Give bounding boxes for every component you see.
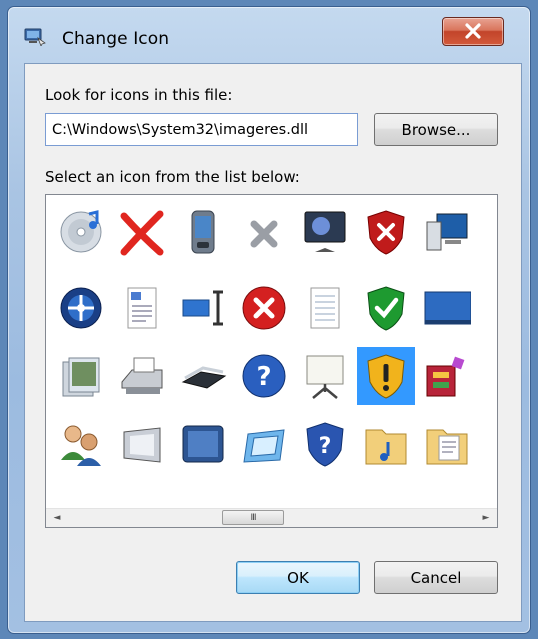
horizontal-scrollbar[interactable]: ◄ III ►: [46, 508, 497, 527]
gray-x-icon[interactable]: [235, 203, 293, 261]
folder-partial-icon[interactable]: [479, 203, 497, 261]
images-folder-icon[interactable]: [52, 347, 110, 405]
tablet-icon[interactable]: [174, 415, 232, 473]
monitor-icon[interactable]: [296, 203, 354, 261]
text-cursor-icon[interactable]: [174, 279, 232, 337]
disk-utility-icon[interactable]: [52, 279, 110, 337]
notepad-icon[interactable]: [296, 279, 354, 337]
shield-help-icon[interactable]: ?: [296, 415, 354, 473]
help-circle-icon[interactable]: ?: [235, 347, 293, 405]
projector-screen-icon[interactable]: [296, 347, 354, 405]
scroll-right-button[interactable]: ►: [477, 509, 495, 527]
gear-partial-icon[interactable]: [479, 279, 497, 337]
error-circle-icon[interactable]: [235, 279, 293, 337]
documents-folder-icon[interactable]: [418, 415, 476, 473]
pda-device-icon[interactable]: [174, 203, 232, 261]
users-icon[interactable]: [52, 415, 110, 473]
display-panel-icon[interactable]: [113, 415, 171, 473]
browse-button[interactable]: Browse...: [374, 113, 498, 146]
frame-icon[interactable]: [235, 415, 293, 473]
icon-file-path-input[interactable]: [45, 113, 358, 146]
scanner-icon[interactable]: [174, 347, 232, 405]
green-list-icon[interactable]: [479, 415, 497, 473]
shield-error-icon[interactable]: [357, 203, 415, 261]
svg-text:?: ?: [319, 434, 332, 459]
path-label: Look for icons in this file:: [45, 86, 233, 104]
icon-list-label: Select an icon from the list below:: [45, 168, 300, 186]
ok-button[interactable]: OK: [236, 561, 360, 594]
shield-warning-icon[interactable]: [357, 347, 415, 405]
scrollbar-thumb[interactable]: III: [222, 510, 284, 525]
folder-partial-icon-2[interactable]: [479, 347, 497, 405]
cd-music-icon[interactable]: [52, 203, 110, 261]
document-icon[interactable]: [113, 279, 171, 337]
programs-icon[interactable]: [418, 347, 476, 405]
change-icon-app-icon: [24, 28, 46, 46]
red-x-icon[interactable]: [113, 203, 171, 261]
icon-listbox[interactable]: ?? ◄ III ►: [45, 194, 498, 528]
window-title: Change Icon: [62, 29, 170, 49]
desktop-icon[interactable]: [418, 279, 476, 337]
scroll-left-button[interactable]: ◄: [48, 509, 66, 527]
svg-text:?: ?: [256, 362, 271, 392]
printer-icon[interactable]: [113, 347, 171, 405]
close-icon: [465, 23, 481, 39]
shield-check-icon[interactable]: [357, 279, 415, 337]
close-button[interactable]: [442, 17, 504, 46]
music-folder-icon[interactable]: [357, 415, 415, 473]
network-computer-icon[interactable]: [418, 203, 476, 261]
cancel-button[interactable]: Cancel: [374, 561, 498, 594]
